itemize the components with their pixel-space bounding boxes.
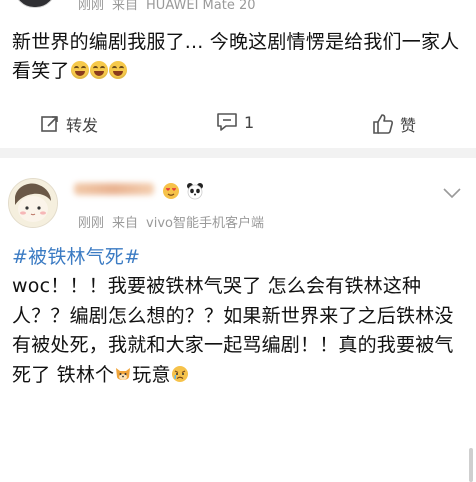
- comment-button[interactable]: 1: [216, 112, 254, 132]
- like-button[interactable]: 赞: [372, 112, 416, 136]
- dog-emoji-icon: [114, 363, 132, 381]
- angry-crying-emoji-icon: [171, 363, 189, 382]
- thumbs-up-icon: [372, 113, 394, 135]
- post-source-prefix: 来自: [112, 216, 139, 231]
- post-source[interactable]: vivo智能手机客户端: [146, 216, 264, 231]
- post-action-bar: 转发 1 赞: [0, 108, 476, 140]
- post-time: 刚刚: [78, 216, 105, 231]
- scrollbar-thumb[interactable]: [469, 448, 473, 482]
- post-text-content-2: 玩意: [132, 363, 171, 386]
- repost-label: 转发: [66, 116, 99, 135]
- chevron-down-icon[interactable]: [442, 184, 462, 203]
- topic-hashtag-link[interactable]: #被铁林气死#: [12, 242, 140, 269]
- user-avatar[interactable]: [8, 178, 58, 228]
- laughing-emoji-icon: [89, 61, 108, 79]
- like-label: 赞: [400, 116, 417, 135]
- heart-eyes-emoji-icon: [162, 182, 180, 200]
- post-meta: 刚刚 来自 HUAWEI Mate 20: [78, 0, 264, 13]
- laughing-emoji-icon: [70, 61, 89, 79]
- weibo-post-1: 刚刚 来自 HUAWEI Mate 20 新世界的编剧我服了... 今晚这剧情愣是给…: [0, 0, 476, 148]
- post-source-prefix: 来自: [112, 0, 139, 13]
- post-text: woc！！！我要被铁林气哭了 怎么会有铁林这种人？？编剧怎么想的？？如果新世界来…: [12, 272, 470, 390]
- repost-button[interactable]: 转发: [40, 112, 98, 136]
- avatar-illustration: [9, 179, 57, 227]
- post-source[interactable]: HUAWEI Mate 20: [146, 0, 255, 13]
- post-text-content: woc！！！我要被铁林气哭了 怎么会有铁林这种人？？编剧怎么想的？？如果新世界来…: [12, 275, 454, 386]
- comment-count: 1: [244, 112, 255, 132]
- comment-icon: [216, 112, 238, 132]
- repost-icon: [40, 114, 60, 134]
- weibo-post-2: 刚刚 来自 vivo智能手机客户端 #被铁林气死# woc！！！我要被铁林气哭了 怎…: [0, 158, 476, 482]
- user-avatar[interactable]: [14, 0, 56, 8]
- post-meta: 刚刚 来自 vivo智能手机客户端: [78, 212, 272, 231]
- post-text: 新世界的编剧我服了... 今晚这剧情愣是给我们一家人看笑了: [12, 28, 464, 86]
- post-divider: [0, 148, 476, 158]
- username-blurred[interactable]: [74, 183, 154, 195]
- post-time: 刚刚: [78, 0, 105, 13]
- laughing-emoji-icon: [108, 61, 127, 79]
- panda-emoji-icon: [186, 182, 204, 200]
